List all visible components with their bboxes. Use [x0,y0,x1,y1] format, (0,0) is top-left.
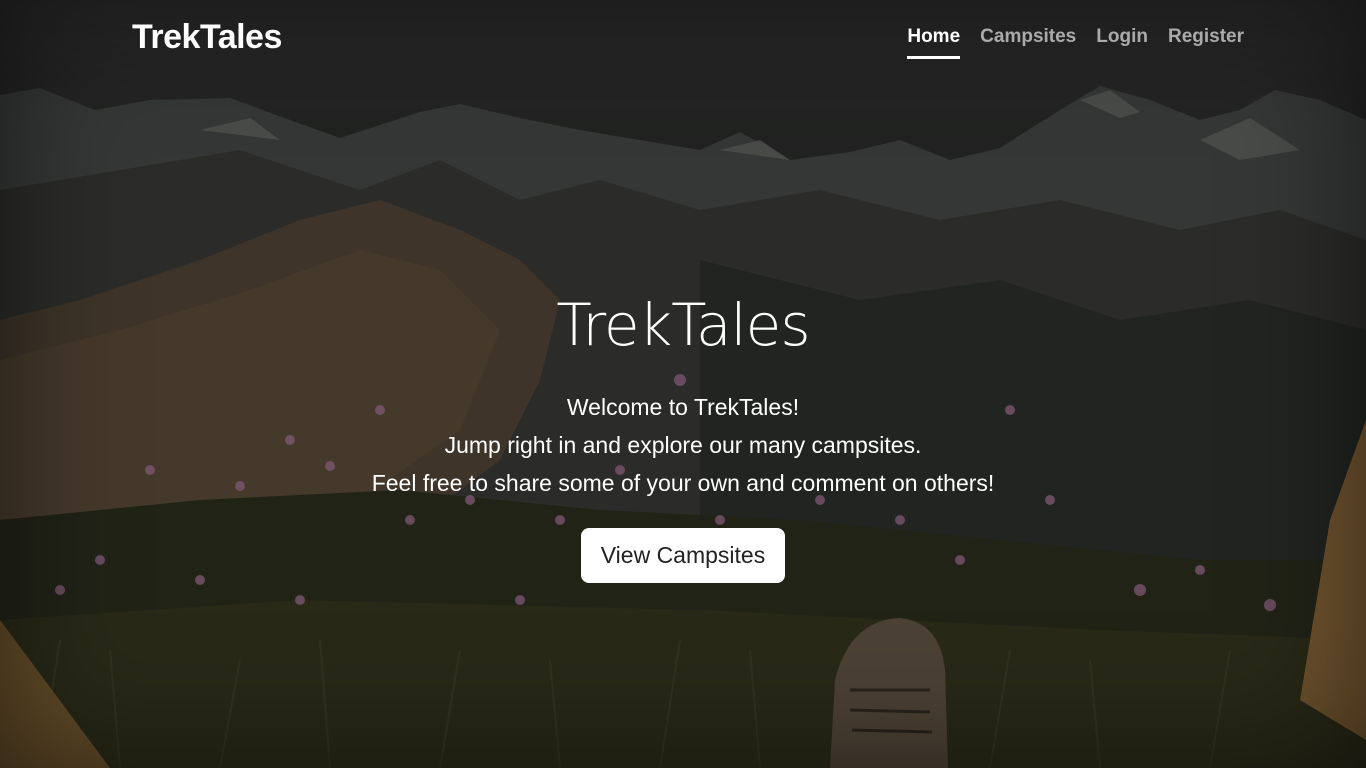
hero-line-explore: Jump right in and explore our many camps… [444,432,922,458]
site-header: TrekTales Home Campsites Login Register [0,0,1366,80]
nav-login[interactable]: Login [1096,26,1148,59]
hero-section: TrekTales Welcome to TrekTales! Jump rig… [0,280,1366,583]
main-nav: Home Campsites Login Register [907,26,1244,59]
view-campsites-button[interactable]: View Campsites [580,528,786,583]
brand-logo[interactable]: TrekTales [132,18,282,57]
hero-line-share: Feel free to share some of your own and … [371,470,995,496]
hero-lead: Welcome to TrekTales! Jump right in and … [0,388,1366,502]
nav-home[interactable]: Home [907,26,961,59]
hero-line-welcome: Welcome to TrekTales! [566,394,800,420]
hero-title: TrekTales [556,291,810,359]
nav-campsites[interactable]: Campsites [980,26,1076,59]
nav-register[interactable]: Register [1168,26,1244,59]
